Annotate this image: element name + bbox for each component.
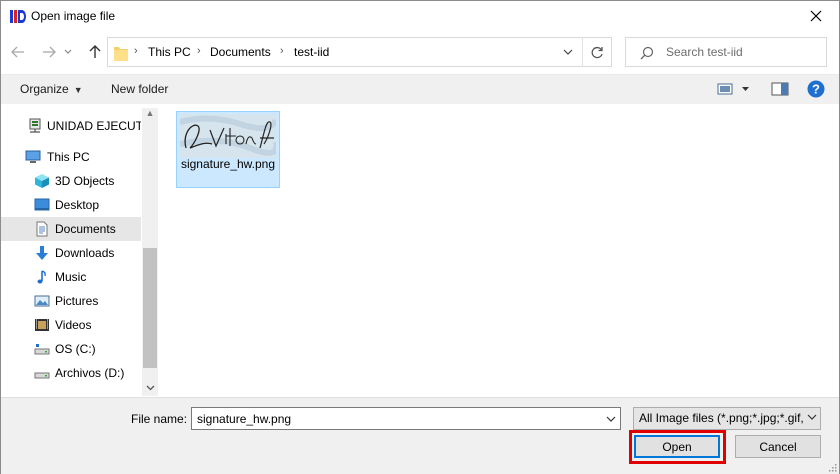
cancel-button[interactable]: Cancel xyxy=(735,435,821,458)
file-item[interactable]: signature_hw.png xyxy=(176,111,280,188)
preview-pane-icon xyxy=(771,82,789,96)
file-type-filter-select[interactable]: All Image files (*.png;*.jpg;*.gif, xyxy=(633,407,821,430)
chevron-down-icon xyxy=(563,49,573,55)
breadcrumb-separator-icon: › xyxy=(134,45,138,57)
sidebar-item-label: Desktop xyxy=(55,198,100,212)
file-name-input[interactable] xyxy=(191,407,621,430)
chevron-down-icon xyxy=(606,416,615,422)
scrollbar-thumb[interactable] xyxy=(143,248,157,368)
drive-icon xyxy=(34,372,50,379)
open-file-dialog: Open image file › This PC › Documents › … xyxy=(0,0,840,474)
download-arrow-icon xyxy=(36,246,48,260)
sidebar-item-desktop[interactable]: Desktop xyxy=(1,193,141,217)
file-name-field-label: File name: xyxy=(131,412,188,426)
arrow-left-icon xyxy=(11,46,24,58)
refresh-icon xyxy=(591,46,603,58)
sidebar-item-label: Pictures xyxy=(55,294,99,308)
caret-down-icon: ▼ xyxy=(73,85,83,95)
file-name-label: signature_hw.png xyxy=(180,157,276,171)
breadcrumb-separator-icon: › xyxy=(197,45,201,57)
forward-button[interactable] xyxy=(38,37,60,67)
help-button[interactable]: ? xyxy=(807,80,825,101)
breadcrumb-this-pc[interactable]: This PC xyxy=(148,45,191,59)
address-history-button[interactable] xyxy=(554,38,582,66)
film-icon xyxy=(35,319,49,331)
picture-icon xyxy=(34,295,50,307)
sidebar-item-network-drive[interactable]: UNIDAD EJECUTO xyxy=(1,114,141,138)
signature-thumbnail xyxy=(180,114,276,158)
sidebar-item-label: UNIDAD EJECUTO xyxy=(47,119,141,133)
title-bar: Open image file xyxy=(1,1,839,31)
search-box[interactable]: Search test-iid xyxy=(625,37,827,67)
sidebar-scrollbar[interactable]: ▲ xyxy=(142,108,158,396)
close-button[interactable] xyxy=(793,1,839,31)
sidebar-item-videos[interactable]: Videos xyxy=(1,313,141,337)
new-folder-button[interactable]: New folder xyxy=(111,82,168,96)
preview-pane-button[interactable] xyxy=(771,82,789,99)
view-options-icon xyxy=(717,83,749,95)
navigation-bar: › This PC › Documents › test-iid Search … xyxy=(1,37,839,67)
sidebar-item-label: Downloads xyxy=(55,246,115,260)
file-list[interactable]: signature_hw.png xyxy=(159,104,839,397)
chevron-down-icon xyxy=(804,412,817,423)
file-type-filter-value: All Image files (*.png;*.jpg;*.gif, xyxy=(639,411,804,425)
music-note-icon xyxy=(37,270,46,284)
organize-label: Organize xyxy=(20,82,69,96)
breadcrumb-test-iid[interactable]: test-iid xyxy=(294,45,329,59)
sidebar-item-label: 3D Objects xyxy=(55,174,115,188)
window-title: Open image file xyxy=(31,9,116,23)
arrow-up-icon xyxy=(89,45,101,58)
breadcrumb-documents[interactable]: Documents xyxy=(210,45,271,59)
change-view-button[interactable] xyxy=(717,82,749,99)
sidebar-item-archivos-d[interactable]: Archivos (D:) xyxy=(1,361,141,385)
sidebar-item-label: This PC xyxy=(47,150,90,164)
sidebar-item-label: Archivos (D:) xyxy=(55,366,125,380)
recent-locations-button[interactable] xyxy=(61,37,75,67)
toolbar: Organize ▼ New folder ? xyxy=(1,74,839,104)
navigation-pane: UNIDAD EJECUTO This PC 3D Objects Deskto… xyxy=(1,108,158,396)
sidebar-item-music[interactable]: Music xyxy=(1,265,141,289)
sidebar-item-label: Music xyxy=(55,270,87,284)
refresh-button[interactable] xyxy=(582,38,612,66)
desktop-icon xyxy=(34,198,50,211)
drive-icon xyxy=(34,344,50,355)
arrow-right-icon xyxy=(43,46,56,58)
svg-text:?: ? xyxy=(812,82,820,97)
search-placeholder: Search test-iid xyxy=(666,45,743,59)
document-icon xyxy=(36,221,48,237)
breadcrumb-separator-icon: › xyxy=(280,45,284,57)
sidebar-item-label: Documents xyxy=(55,222,116,236)
sidebar-item-label: Videos xyxy=(55,318,92,332)
computer-icon xyxy=(25,150,41,163)
sidebar-item-label: OS (C:) xyxy=(55,342,96,356)
sidebar-item-documents[interactable]: Documents xyxy=(1,217,141,241)
scroll-down-arrow-icon[interactable] xyxy=(142,380,158,396)
chevron-down-icon xyxy=(64,49,72,54)
bottom-panel: File name: All Image files (*.png;*.jpg;… xyxy=(1,397,839,474)
network-drive-icon xyxy=(29,118,41,133)
organize-menu[interactable]: Organize ▼ xyxy=(20,82,83,96)
sidebar-item-downloads[interactable]: Downloads xyxy=(1,241,141,265)
help-icon: ? xyxy=(807,80,825,98)
resize-grip-icon[interactable] xyxy=(827,462,837,472)
sidebar-item-os-c[interactable]: OS (C:) xyxy=(1,337,141,361)
sidebar-item-pictures[interactable]: Pictures xyxy=(1,289,141,313)
open-button[interactable]: Open xyxy=(634,435,720,458)
close-icon xyxy=(810,10,822,22)
up-button[interactable] xyxy=(84,37,106,67)
search-icon xyxy=(640,46,654,60)
scroll-up-arrow-icon[interactable]: ▲ xyxy=(142,108,158,122)
sidebar-item-3d-objects[interactable]: 3D Objects xyxy=(1,169,141,193)
folder-icon xyxy=(114,47,128,61)
back-button[interactable] xyxy=(7,37,29,67)
cube-icon xyxy=(35,174,49,188)
app-logo-icon xyxy=(10,10,26,23)
file-name-dropdown-button[interactable] xyxy=(601,408,620,429)
sidebar-item-this-pc[interactable]: This PC xyxy=(1,145,141,169)
address-bar[interactable]: › This PC › Documents › test-iid xyxy=(107,37,612,67)
